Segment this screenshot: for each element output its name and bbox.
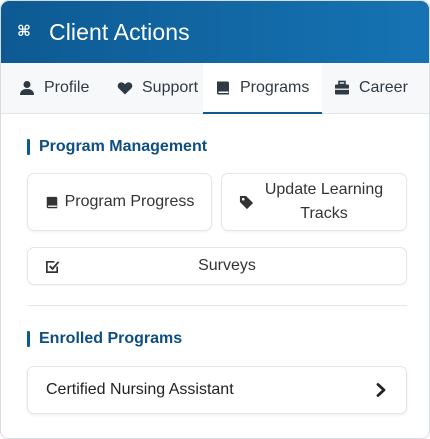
tab-career-label: Career: [359, 79, 408, 96]
update-learning-tracks-label: Update Learning Tracks: [264, 181, 384, 222]
surveys-button[interactable]: Surveys: [27, 247, 407, 285]
enrolled-programs-title: Enrolled Programs: [39, 330, 183, 347]
chevron-right-icon: [374, 383, 388, 397]
tab-programs-label: Programs: [240, 79, 310, 96]
heading-accent-bar: [27, 139, 30, 155]
enrolled-program-item[interactable]: Certified Nursing Assistant: [27, 366, 407, 414]
program-progress-label: Program Progress: [64, 193, 195, 210]
tab-support-label: Support: [142, 79, 199, 96]
book-icon: [44, 194, 60, 210]
tab-profile-label: Profile: [44, 79, 90, 96]
book-icon: [215, 80, 231, 96]
surveys-label: Surveys: [198, 257, 256, 274]
program-progress-button[interactable]: Program Progress: [27, 173, 212, 231]
section-divider: [27, 305, 407, 306]
tag-icon: [238, 194, 254, 210]
tab-bar: Profile Support Programs Career: [1, 63, 429, 114]
panel-title: Client Actions: [49, 18, 190, 45]
tab-profile[interactable]: Profile: [9, 63, 107, 113]
tab-support[interactable]: Support: [107, 63, 203, 113]
heart-icon: [117, 80, 133, 96]
tab-programs[interactable]: Programs: [203, 63, 322, 114]
client-actions-panel: ⌘ Client Actions Profile Support Program…: [0, 0, 430, 439]
program-management-heading: Program Management: [27, 138, 207, 156]
briefcase-icon: [334, 80, 350, 96]
checkbox-icon: [44, 258, 60, 274]
enrolled-program-label: Certified Nursing Assistant: [46, 381, 234, 398]
heading-accent-bar: [27, 331, 30, 347]
panel-header: ⌘ Client Actions: [1, 1, 429, 63]
user-icon: [19, 80, 35, 96]
tab-career[interactable]: Career: [322, 63, 412, 113]
command-icon: ⌘: [17, 23, 31, 40]
update-learning-tracks-button[interactable]: Update Learning Tracks: [221, 173, 407, 231]
program-management-title: Program Management: [39, 138, 208, 155]
enrolled-programs-heading: Enrolled Programs: [27, 330, 182, 348]
